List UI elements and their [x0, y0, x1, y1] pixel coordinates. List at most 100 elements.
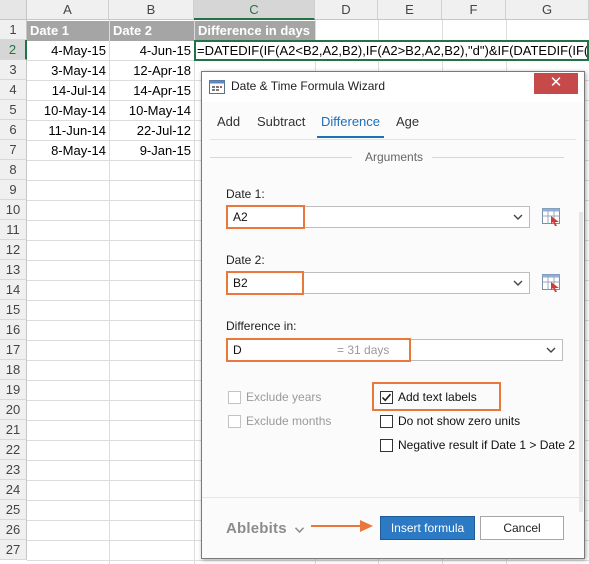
cell-a4[interactable]: 14-Jul-14 — [27, 81, 109, 101]
checkbox-box — [228, 391, 241, 404]
chevron-down-icon[interactable] — [546, 345, 556, 355]
date1-label: Date 1: — [226, 187, 265, 201]
header-cell-date1[interactable]: Date 1 — [27, 21, 109, 41]
exclude-months-checkbox[interactable]: Exclude months — [228, 414, 368, 430]
cell-b7[interactable]: 9-Jan-15 — [109, 141, 194, 161]
add-text-labels-label: Add text labels — [398, 390, 477, 404]
date1-input[interactable]: A2 — [226, 206, 530, 228]
row-header[interactable]: 12 — [0, 240, 27, 260]
tab-divider — [210, 139, 576, 140]
header-cell-difference[interactable]: Difference in days — [195, 21, 315, 41]
row-header[interactable]: 13 — [0, 260, 27, 280]
row-header[interactable]: 3 — [0, 60, 27, 80]
row-header[interactable]: 20 — [0, 400, 27, 420]
row-header[interactable]: 5 — [0, 100, 27, 120]
close-icon: ✕ — [549, 74, 563, 91]
row-header[interactable]: 14 — [0, 280, 27, 300]
row-header[interactable]: 1 — [0, 20, 27, 40]
divider — [432, 157, 564, 158]
checkbox-box — [380, 439, 393, 452]
row-header[interactable]: 2 — [0, 40, 27, 60]
row-header[interactable]: 19 — [0, 380, 27, 400]
difference-in-label: Difference in: — [226, 319, 297, 333]
row-header[interactable]: 18 — [0, 360, 27, 380]
cell-b3[interactable]: 12-Apr-18 — [109, 61, 194, 81]
column-header-c[interactable]: C — [194, 0, 315, 20]
tab-difference[interactable]: Difference — [317, 112, 385, 138]
column-header-e[interactable]: E — [378, 0, 442, 20]
dialog-title: Date & Time Formula Wizard — [231, 79, 386, 93]
cell-a6[interactable]: 11-Jun-14 — [27, 121, 109, 141]
cell-b5[interactable]: 10-May-14 — [109, 101, 194, 121]
date1-value: A2 — [233, 210, 248, 224]
exclude-months-label: Exclude months — [246, 414, 332, 428]
row-header[interactable]: 9 — [0, 180, 27, 200]
exclude-years-label: Exclude years — [246, 390, 322, 404]
row-header[interactable]: 15 — [0, 300, 27, 320]
cancel-button[interactable]: Cancel — [480, 516, 564, 540]
difference-in-value: D — [233, 343, 242, 357]
row-header[interactable]: 8 — [0, 160, 27, 180]
row-header[interactable]: 26 — [0, 520, 27, 540]
checkmark-icon — [381, 393, 392, 402]
ablebits-menu[interactable]: Ablebits — [226, 520, 287, 537]
checkbox-box — [380, 415, 393, 428]
row-header[interactable]: 25 — [0, 500, 27, 520]
insert-formula-button[interactable]: Insert formula — [380, 516, 475, 540]
row-header[interactable]: 23 — [0, 460, 27, 480]
cell-a7[interactable]: 8-May-14 — [27, 141, 109, 161]
row-header[interactable]: 7 — [0, 140, 27, 160]
chevron-down-icon[interactable] — [513, 278, 523, 288]
arguments-label: Arguments — [365, 150, 424, 164]
cell-a3[interactable]: 3-May-14 — [27, 61, 109, 81]
exclude-years-checkbox[interactable]: Exclude years — [228, 390, 368, 406]
column-header-d[interactable]: D — [315, 0, 378, 20]
close-button[interactable]: ✕ — [534, 73, 578, 94]
cell-picker-icon[interactable] — [542, 274, 562, 292]
row-header[interactable]: 11 — [0, 220, 27, 240]
tab-age[interactable]: Age — [396, 112, 419, 138]
chevron-down-icon[interactable] — [513, 212, 523, 222]
row-header[interactable]: 6 — [0, 120, 27, 140]
row-header[interactable]: 17 — [0, 340, 27, 360]
cell-c2-formula[interactable]: =DATEDIF(IF(A2<B2,A2,B2),IF(A2>B2,A2,B2)… — [194, 40, 589, 61]
dialog-titlebar[interactable]: Date & Time Formula Wizard ✕ — [202, 72, 584, 102]
checkbox-box — [228, 415, 241, 428]
scrollbar[interactable] — [579, 212, 583, 512]
row-header[interactable]: 21 — [0, 420, 27, 440]
row-header[interactable]: 4 — [0, 80, 27, 100]
cell-b2[interactable]: 4-Jun-15 — [109, 41, 194, 61]
row-header[interactable]: 10 — [0, 200, 27, 220]
column-header-g[interactable]: G — [506, 0, 589, 20]
cell-b4[interactable]: 14-Apr-15 — [109, 81, 194, 101]
tab-add[interactable]: Add — [217, 112, 240, 138]
gridline — [27, 560, 589, 561]
no-zero-units-checkbox[interactable]: Do not show zero units — [380, 414, 540, 430]
negative-result-label: Negative result if Date 1 > Date 2 — [398, 438, 576, 452]
add-text-labels-checkbox[interactable]: Add text labels — [380, 390, 498, 406]
tab-subtract[interactable]: Subtract — [257, 112, 305, 138]
row-header[interactable]: 27 — [0, 540, 27, 560]
date2-label: Date 2: — [226, 253, 265, 267]
column-header-f[interactable]: F — [442, 0, 506, 20]
no-zero-units-label: Do not show zero units — [398, 414, 521, 428]
select-all-corner[interactable] — [0, 0, 27, 20]
difference-in-select[interactable]: D = 31 days — [226, 339, 563, 361]
cell-a5[interactable]: 10-May-14 — [27, 101, 109, 121]
date2-input[interactable]: B2 — [226, 272, 530, 294]
negative-result-checkbox[interactable]: Negative result if Date 1 > Date 2 — [380, 438, 575, 454]
divider — [210, 157, 352, 158]
row-header[interactable]: 16 — [0, 320, 27, 340]
difference-in-hint: = 31 days — [337, 343, 390, 357]
chevron-down-icon[interactable] — [295, 527, 304, 533]
cell-b6[interactable]: 22-Jul-12 — [109, 121, 194, 141]
column-header-a[interactable]: A — [27, 0, 109, 20]
cell-a2[interactable]: 4-May-15 — [27, 41, 109, 61]
header-cell-date2[interactable]: Date 2 — [110, 21, 194, 41]
formula-wizard-dialog: Date & Time Formula Wizard ✕ Add Subtrac… — [201, 71, 585, 559]
checkbox-box — [380, 391, 393, 404]
cell-picker-icon[interactable] — [542, 208, 562, 226]
row-header[interactable]: 24 — [0, 480, 27, 500]
column-header-b[interactable]: B — [109, 0, 194, 20]
row-header[interactable]: 22 — [0, 440, 27, 460]
